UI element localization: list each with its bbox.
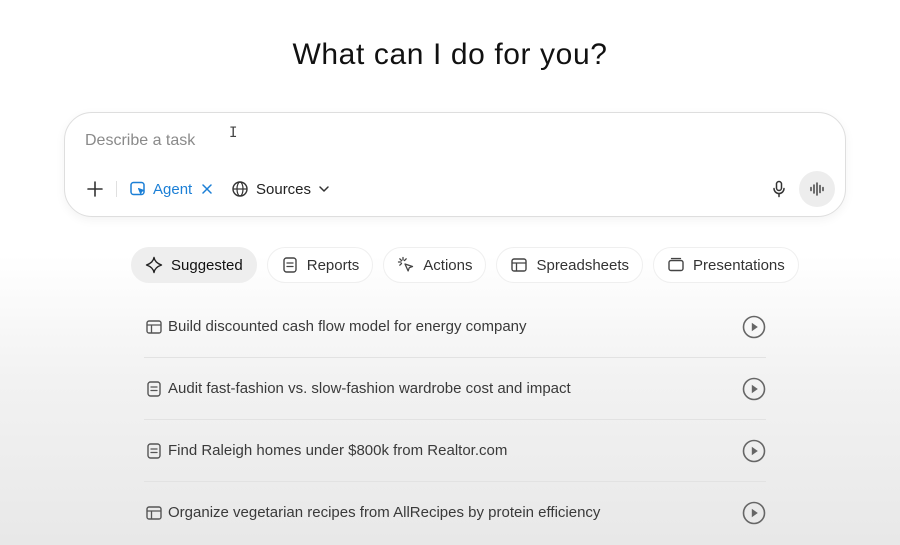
tab-label: Reports [306,256,360,274]
text-cursor: I [229,125,238,141]
voice-mode-button[interactable] [799,171,835,207]
close-icon [202,184,212,194]
task-label: Build discounted cash flow model for ene… [168,318,527,335]
tab-suggested[interactable]: Suggested [131,247,257,283]
suggested-task-item[interactable]: Build discounted cash flow model for ene… [144,296,766,358]
microphone-icon [773,180,785,198]
suggested-task-item[interactable]: Organize vegetarian recipes from AllReci… [144,482,766,543]
task-input[interactable] [85,129,685,153]
suggested-task-item[interactable]: Find Raleigh homes under $800k from Real… [144,420,766,482]
table-icon [145,504,163,522]
agent-icon [130,181,145,196]
document-icon [283,257,297,273]
document-icon [145,380,163,398]
sparkle-icon [145,256,163,274]
task-label: Find Raleigh homes under $800k from Real… [168,442,508,459]
tab-actions[interactable]: Actions [383,247,487,283]
task-composer: I Agent Sourc [64,112,846,217]
plus-icon [87,181,103,197]
tab-presentations[interactable]: Presentations [653,247,799,283]
category-tabs: Suggested Reports Actions Spreadsheets P… [131,247,799,283]
cursor-click-icon [398,256,414,272]
play-icon[interactable] [742,501,766,525]
tab-label: Suggested [171,256,243,274]
globe-icon [232,181,248,197]
tab-reports[interactable]: Reports [266,247,374,283]
page-title: What can I do for you? [292,38,608,71]
suggested-task-item[interactable]: Audit fast-fashion vs. slow-fashion ward… [144,358,766,420]
task-label: Audit fast-fashion vs. slow-fashion ward… [168,380,571,397]
tab-spreadsheets[interactable]: Spreadsheets [496,247,644,283]
task-label: Organize vegetarian recipes from AllReci… [168,504,601,521]
table-icon [511,258,528,272]
play-icon[interactable] [742,377,766,401]
sources-dropdown[interactable]: Sources [231,175,330,203]
play-icon[interactable] [742,315,766,339]
microphone-button[interactable] [765,175,793,203]
tab-label: Spreadsheets [536,256,630,274]
waveform-icon [810,182,824,196]
remove-agent-button[interactable] [202,184,212,194]
composer-toolbar: Agent Sources [81,171,835,207]
toolbar-divider [116,181,117,197]
agent-label: Agent [153,180,193,198]
table-icon [145,318,163,336]
play-icon[interactable] [742,439,766,463]
document-icon [145,442,163,460]
presentation-icon [668,257,684,272]
tab-label: Presentations [693,256,785,274]
sources-label: Sources [256,180,312,198]
tab-label: Actions [423,256,473,274]
suggested-task-list: Build discounted cash flow model for ene… [144,296,766,543]
add-button[interactable] [81,175,109,203]
chevron-down-icon [319,186,329,192]
agent-mode-chip[interactable]: Agent [129,175,212,203]
